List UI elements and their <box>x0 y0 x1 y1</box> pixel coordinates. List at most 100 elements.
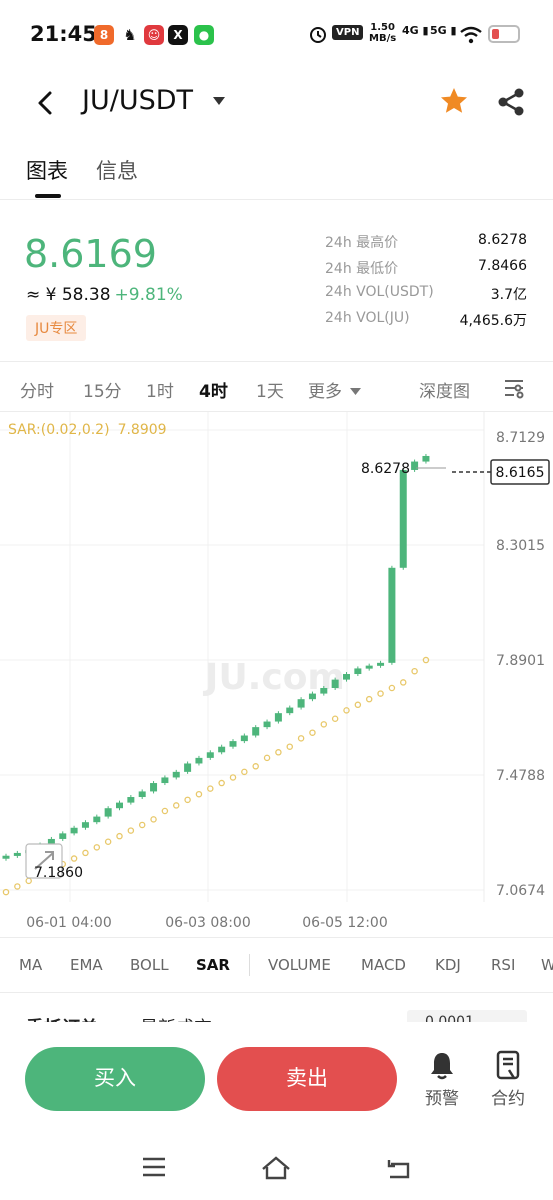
indicator-bar: MA EMA BOLL SAR VOLUME MACD KDJ RSI W <box>0 937 553 993</box>
candle[interactable] <box>229 741 237 747</box>
tab-info[interactable]: 信息 <box>96 155 138 185</box>
tab-chart[interactable]: 图表 <box>26 155 68 185</box>
candle[interactable] <box>93 816 101 823</box>
indicator-rsi[interactable]: RSI <box>491 956 515 974</box>
candle[interactable] <box>388 567 396 663</box>
candle[interactable] <box>116 802 123 809</box>
interval-15m[interactable]: 15分 <box>83 377 122 402</box>
indicator-boll[interactable]: BOLL <box>130 956 169 974</box>
candle[interactable] <box>138 791 146 798</box>
candle[interactable] <box>286 707 294 714</box>
indicator-macd[interactable]: MACD <box>361 956 406 974</box>
interval-timeline[interactable]: 分时 <box>20 377 54 402</box>
pinduoduo-icon: ☺ <box>144 25 164 45</box>
indicator-volume[interactable]: VOLUME <box>268 956 331 974</box>
pair-title[interactable]: JU/USDT <box>82 85 193 116</box>
sar-dot <box>297 735 305 742</box>
candle[interactable] <box>343 674 350 680</box>
price-axis-tick: 7.4788 <box>496 768 545 784</box>
back-nav-icon[interactable] <box>386 1156 412 1180</box>
share-icon[interactable] <box>496 87 526 117</box>
system-nav-bar <box>0 1140 553 1200</box>
stat-value: 3.7亿 <box>490 287 527 303</box>
signal-5g: 5G ▮ <box>430 24 457 37</box>
candle[interactable] <box>161 777 169 784</box>
alert-button[interactable]: 预警 <box>417 1050 467 1109</box>
candle[interactable] <box>240 735 248 742</box>
time-axis-tick: 06-05 12:00 <box>302 915 387 931</box>
candle[interactable] <box>377 662 385 666</box>
sar-dot <box>309 729 316 736</box>
stat-value: 7.8466 <box>478 258 527 274</box>
candle[interactable] <box>252 727 260 736</box>
app-notification-icon: 8 <box>94 25 114 45</box>
last-price: 8.6169 <box>24 232 157 276</box>
candle[interactable] <box>308 693 316 700</box>
sar-dot <box>127 827 135 834</box>
indicator-w[interactable]: W <box>541 956 553 974</box>
caret-down-icon[interactable] <box>212 96 226 106</box>
candle[interactable] <box>354 668 362 675</box>
kline-svg[interactable]: JU.com SAR:(0.02,0.2) 7.8909 8.71298.3015… <box>0 412 553 937</box>
back-arrow-icon[interactable] <box>34 90 56 116</box>
interval-more[interactable]: 更多 <box>308 377 362 402</box>
candle[interactable] <box>365 665 373 669</box>
candle[interactable] <box>399 469 407 568</box>
sar-dot <box>275 749 282 756</box>
price-axis-tick: 7.0674 <box>496 883 545 899</box>
sar-dot <box>138 821 146 829</box>
interval-1h[interactable]: 1时 <box>146 377 174 402</box>
sar-dot <box>93 844 101 851</box>
indicator-kdj[interactable]: KDJ <box>435 956 461 974</box>
candle[interactable] <box>218 746 226 753</box>
buy-button[interactable]: 买入 <box>25 1047 205 1111</box>
candle[interactable] <box>127 797 135 803</box>
stat-value: 8.6278 <box>478 232 527 248</box>
interval-1d[interactable]: 1天 <box>256 377 284 402</box>
home-icon[interactable] <box>261 1156 291 1180</box>
candle[interactable] <box>274 713 282 722</box>
candle[interactable] <box>331 679 339 688</box>
tab-underline <box>35 194 61 198</box>
kline-chart[interactable]: JU.com SAR:(0.02,0.2) 7.8909 8.7129 8.3015… <box>0 412 553 937</box>
caret-down-icon <box>350 388 362 395</box>
candle[interactable] <box>59 833 67 839</box>
sar-dot <box>388 684 396 692</box>
candle[interactable] <box>81 822 89 828</box>
sar-dot <box>104 838 112 845</box>
menu-icon[interactable] <box>142 1156 166 1178</box>
candle[interactable] <box>297 699 305 708</box>
candle[interactable] <box>206 752 214 758</box>
candle[interactable] <box>320 687 328 694</box>
signal-4g: 4G ▮ <box>402 24 429 37</box>
sell-button[interactable]: 卖出 <box>217 1047 397 1111</box>
zone-badge[interactable]: JU专区 <box>26 315 87 341</box>
candle[interactable] <box>70 827 78 834</box>
interval-4h[interactable]: 4时 <box>199 377 228 402</box>
sar-dot <box>286 743 293 750</box>
indicator-ema[interactable]: EMA <box>70 956 103 974</box>
candle[interactable] <box>195 757 203 764</box>
candle[interactable] <box>422 455 430 462</box>
candle[interactable] <box>104 808 112 817</box>
sar-dot <box>399 679 407 686</box>
chart-settings-icon[interactable] <box>502 376 526 400</box>
favorite-star-icon[interactable] <box>439 86 469 116</box>
depth-chart-tab[interactable]: 深度图 <box>419 377 470 402</box>
sar-dot <box>161 807 169 815</box>
candle[interactable] <box>172 771 180 778</box>
candle[interactable] <box>411 461 419 470</box>
bell-icon <box>431 1053 453 1080</box>
stat-row: 24h VOL(JU) 4,465.6万 <box>325 310 527 329</box>
candle[interactable] <box>13 852 21 856</box>
candle[interactable] <box>184 763 192 772</box>
candle[interactable] <box>150 783 158 792</box>
contract-button[interactable]: 合约 <box>483 1050 533 1109</box>
candle[interactable] <box>2 855 10 859</box>
indicator-ma[interactable]: MA <box>19 956 42 974</box>
candle[interactable] <box>263 721 271 728</box>
net-speed: 1.50 MB/s <box>369 22 397 44</box>
sar-dot <box>195 790 203 798</box>
low-price-label: 7.1860 <box>34 865 83 881</box>
indicator-sar[interactable]: SAR <box>196 956 230 974</box>
